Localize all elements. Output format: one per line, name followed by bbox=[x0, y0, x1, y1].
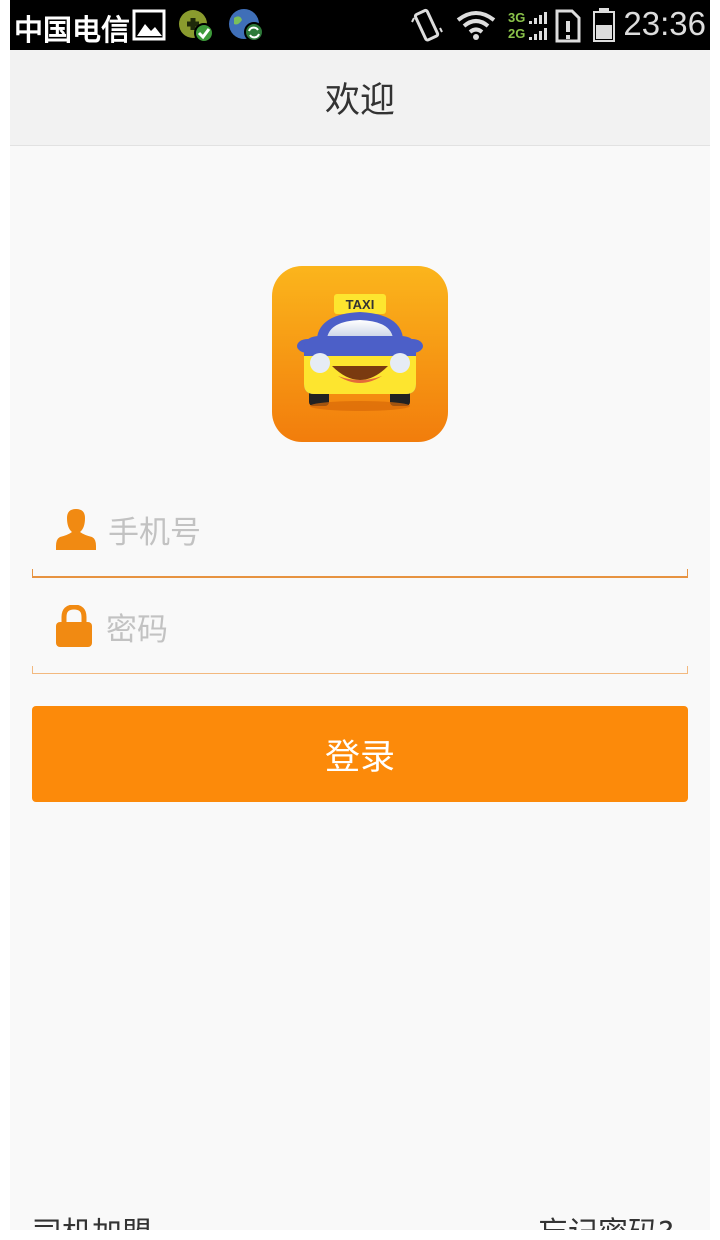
wifi-icon bbox=[456, 10, 496, 44]
forgot-password-link[interactable]: 忘记密码? bbox=[538, 1208, 674, 1230]
battery-icon bbox=[592, 7, 616, 47]
globe-sync-icon bbox=[228, 8, 264, 46]
clock: 23:36 bbox=[623, 5, 706, 42]
page-title: 欢迎 bbox=[324, 81, 395, 121]
vibrate-icon bbox=[410, 8, 444, 46]
carrier-name: 中国电信 bbox=[14, 13, 131, 47]
phone-input[interactable] bbox=[108, 506, 668, 560]
taxi-sign-text: TAXI bbox=[346, 297, 375, 312]
app-update-icon bbox=[178, 9, 214, 47]
status-bar: 中国电信 3G 2G 23:36 bbox=[10, 0, 710, 50]
network-type-bottom: 2G bbox=[508, 26, 526, 41]
password-field-row bbox=[32, 597, 688, 674]
lock-icon bbox=[54, 604, 94, 653]
signal-icon: 3G 2G bbox=[508, 10, 550, 42]
app-screen: 中国电信 3G 2G 23:36 欢迎 TAXI 手机号 登录 bbox=[10, 0, 710, 1230]
title-bar: 欢迎 bbox=[10, 50, 710, 146]
driver-join-link[interactable]: 司机加盟 bbox=[32, 1208, 152, 1230]
user-icon bbox=[54, 508, 98, 556]
image-icon bbox=[132, 9, 166, 45]
phone-field-row bbox=[32, 500, 688, 578]
taxi-app-icon: TAXI bbox=[272, 266, 448, 442]
network-type-top: 3G bbox=[508, 10, 526, 25]
password-input[interactable] bbox=[106, 603, 666, 657]
login-button[interactable]: 登录 bbox=[32, 706, 688, 802]
sim-alert-icon bbox=[554, 9, 582, 47]
